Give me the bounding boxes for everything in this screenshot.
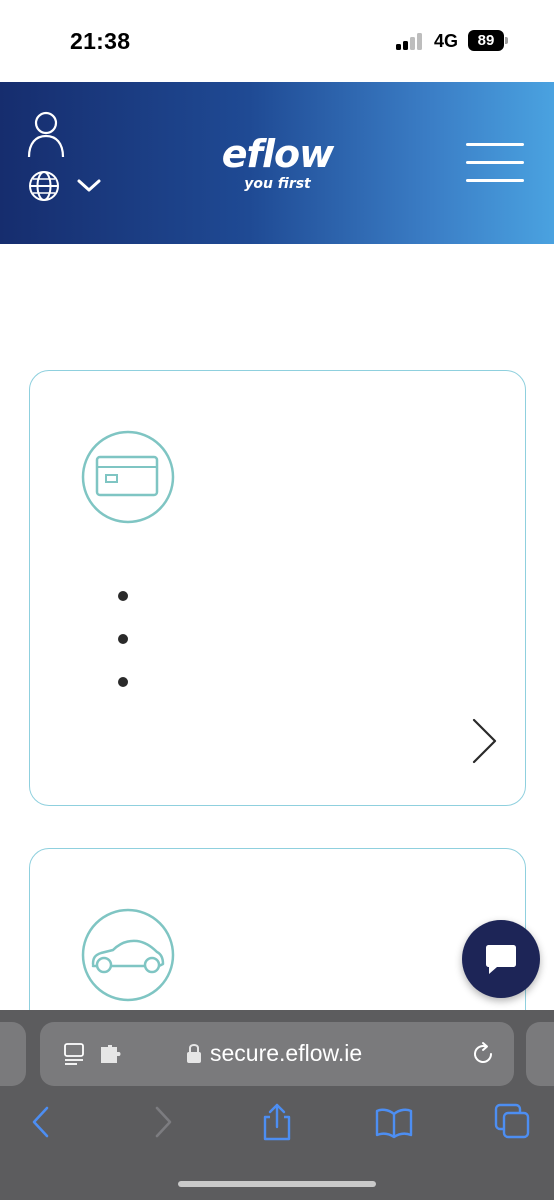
user-icon[interactable]	[26, 110, 66, 158]
globe-icon[interactable]	[28, 170, 60, 202]
payment-card-option[interactable]	[29, 370, 526, 806]
tabs-icon[interactable]	[493, 1102, 533, 1142]
browser-bottom-bar: secure.eflow.ie	[0, 1010, 554, 1200]
next-tab-peek[interactable]	[526, 1022, 554, 1086]
battery-cap	[505, 37, 508, 44]
battery-icon: 89	[468, 30, 504, 51]
status-bar: 21:38 4G 89	[0, 0, 554, 82]
extension-icon[interactable]	[100, 1044, 124, 1064]
chevron-right-icon[interactable]	[470, 717, 500, 765]
forward-icon[interactable]	[142, 1102, 182, 1142]
car-icon	[81, 908, 175, 1002]
logo-tagline: you first	[244, 176, 311, 192]
bookmarks-icon[interactable]	[374, 1102, 414, 1142]
list-item-bullet	[118, 677, 128, 687]
chat-bubble-icon	[486, 945, 516, 974]
url-text[interactable]: secure.eflow.ie	[210, 1040, 362, 1067]
status-time: 21:38	[70, 28, 131, 54]
home-indicator[interactable]	[178, 1181, 376, 1187]
back-icon[interactable]	[22, 1102, 62, 1142]
site-header: eflow you first	[0, 82, 554, 244]
reader-mode-icon[interactable]	[63, 1043, 85, 1065]
chevron-down-icon[interactable]	[76, 178, 102, 194]
chat-button[interactable]	[462, 920, 540, 998]
address-bar[interactable]: secure.eflow.ie	[40, 1022, 514, 1086]
eflow-logo[interactable]: eflow you first	[205, 132, 350, 196]
previous-tab-peek[interactable]	[0, 1022, 26, 1086]
cellular-signal-icon	[396, 32, 424, 50]
hamburger-menu-icon[interactable]	[466, 140, 524, 186]
network-type: 4G	[434, 31, 459, 51]
reload-icon[interactable]	[470, 1041, 496, 1067]
list-item-bullet	[118, 591, 128, 601]
lock-icon	[186, 1042, 202, 1064]
share-icon[interactable]	[257, 1102, 297, 1142]
battery-level: 89	[477, 32, 495, 49]
list-item-bullet	[118, 634, 128, 644]
logo-wordmark: eflow	[221, 132, 335, 176]
credit-card-icon	[81, 430, 175, 524]
